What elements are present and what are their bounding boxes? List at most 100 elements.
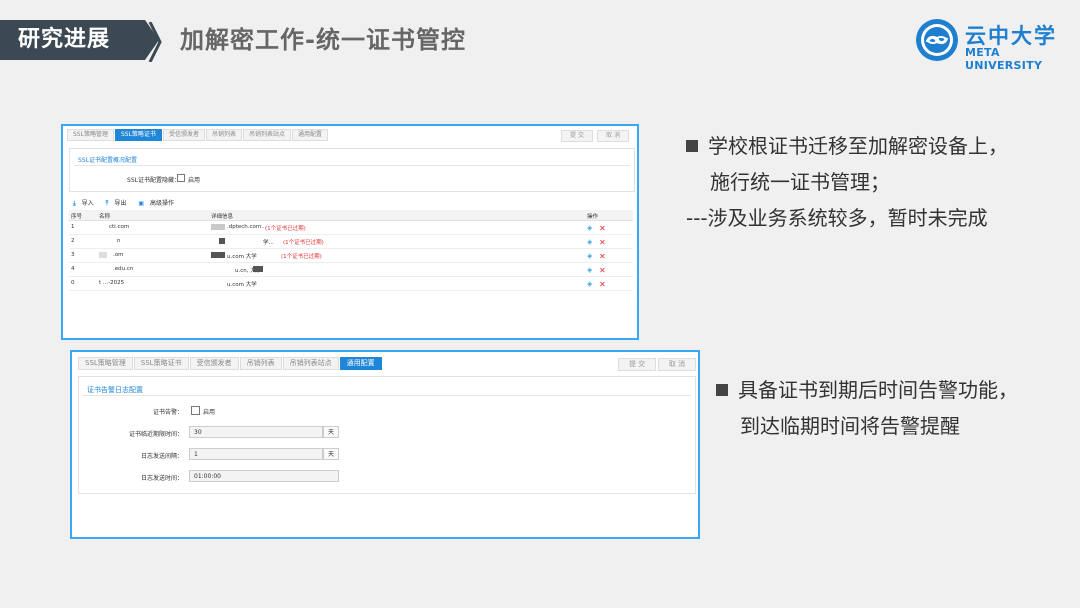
bullet-square-icon	[686, 139, 698, 152]
tab-crl-site[interactable]: 吊销列表站点	[242, 129, 291, 141]
advanced-icon: ▣	[138, 200, 145, 207]
logo-text-en: META UNIVERSITY	[965, 46, 1043, 72]
col-id: 序号	[71, 214, 83, 220]
chevron-right-icon	[148, 22, 162, 62]
cert-alert-config-screenshot: SSL策略管理 SSL策略证书 受信颁发者 吊销列表 吊销列表站点 通用配置 提…	[70, 350, 700, 539]
config-panel: SSL证书配置概况配置 SSL证书配置隐藏： 启用	[69, 148, 635, 192]
cert-icon[interactable]: ◈	[587, 266, 592, 274]
table-row[interactable]: 4 .edu.cn u.cn, 大学 ◈ ✕	[69, 263, 633, 277]
tab-general-config[interactable]: 通用配置	[291, 129, 328, 141]
row-name: t ...-2025	[99, 280, 125, 286]
delete-icon[interactable]: ✕	[599, 280, 606, 289]
table-row[interactable]: 3 .om u.com 大学 (1个证书已过期) ◈ ✕	[69, 249, 633, 263]
export-button[interactable]: ⤒ 导出	[106, 198, 133, 208]
bullet-text: 具备证书到期后时间告警功能，	[738, 378, 1018, 402]
redacted-block	[211, 252, 225, 259]
tab-trusted-issuer[interactable]: 受信颁发者	[162, 129, 205, 141]
delete-icon[interactable]: ✕	[599, 266, 606, 275]
log-interval-unit: 天	[323, 448, 339, 460]
divider	[74, 165, 630, 166]
tab-trusted-issuer[interactable]: 受信颁发者	[189, 357, 239, 370]
import-icon: ⤓	[73, 200, 76, 207]
export-icon: ⤒	[105, 200, 109, 207]
advanced-button[interactable]: ▣ 高级操作	[138, 198, 180, 208]
table-header: 序号 名称 详细信息 操作	[69, 210, 633, 221]
export-label: 导出	[114, 200, 127, 207]
row-name: cti.com	[109, 224, 130, 230]
tab-ssl-policy[interactable]: SSL策略管理	[67, 129, 114, 141]
row-detail: u.com 大学	[227, 254, 257, 260]
bullet-group-bottom: 具备证书到期后时间告警功能， 到达临期时间将告警提醒	[716, 372, 1018, 444]
cert-icon[interactable]: ◈	[587, 252, 592, 260]
university-logo: 云中大学 META UNIVERSITY	[915, 18, 1065, 72]
panel-title: SSL证书配置概况配置	[78, 157, 137, 164]
delete-icon[interactable]: ✕	[599, 252, 606, 261]
bullet-square-icon	[716, 383, 728, 396]
submit-button[interactable]: 提 交	[618, 358, 656, 371]
table-row[interactable]: 1 cti.com .dptech.com... (1个证书已过期) ◈ ✕	[69, 221, 633, 235]
enable-checkbox[interactable]	[177, 174, 185, 182]
col-detail: 详细信息	[211, 214, 234, 220]
row-detail: u.com 大学	[227, 282, 257, 288]
row-warning: (1个证书已过期)	[283, 240, 324, 246]
alert-enable-checkbox[interactable]	[191, 406, 200, 415]
divider	[83, 395, 691, 396]
redacted-block	[253, 266, 263, 273]
row-detail: .dptech.com...	[227, 224, 267, 230]
table-row[interactable]: 2 n 学... (1个证书已过期) ◈ ✕	[69, 235, 633, 249]
ssl-policy-cert-screenshot: SSL策略管理 SSL策略证书 受信颁发者 吊销列表 吊销列表站点 通用配置 提…	[61, 124, 639, 340]
expiry-threshold-label: 证书临近期限时间：	[128, 431, 183, 438]
log-time-input[interactable]: 01:00:00	[189, 470, 339, 482]
bullet-line: ---涉及业务系统较多，暂时未完成	[686, 206, 988, 230]
tab-crl[interactable]: 吊销列表	[205, 129, 242, 141]
log-time-label: 日志发送时间：	[140, 475, 183, 482]
redacted-block	[219, 238, 225, 245]
bullet-group-top: 学校根证书迁移至加解密设备上， 施行统一证书管理； ---涉及业务系统较多，暂时…	[686, 128, 1008, 236]
expiry-threshold-input[interactable]: 30	[189, 426, 323, 438]
cert-icon[interactable]: ◈	[587, 224, 592, 232]
bullet-text: 学校根证书迁移至加解密设备上，	[708, 134, 1008, 158]
cancel-button[interactable]: 取 消	[658, 358, 696, 371]
advanced-label: 高级操作	[150, 200, 175, 207]
tab-ssl-cert[interactable]: SSL策略证书	[114, 129, 162, 141]
delete-icon[interactable]: ✕	[599, 224, 606, 233]
cert-table: 序号 名称 详细信息 操作 1 cti.com .dptech.com... (…	[69, 210, 633, 291]
submit-button[interactable]: 提 交	[561, 130, 593, 142]
alert-log-panel: 证书告警日志配置 证书告警： 启用 证书临近期限时间： 30 天 日志发送间隔：…	[78, 376, 696, 494]
page-title: 加解密工作-统一证书管控	[180, 26, 466, 54]
tab-general-config[interactable]: 通用配置	[339, 357, 382, 370]
section-tag: 研究进展	[0, 20, 145, 60]
redacted-block	[99, 252, 107, 259]
log-interval-input[interactable]: 1	[189, 448, 323, 460]
delete-icon[interactable]: ✕	[599, 238, 606, 247]
cancel-button[interactable]: 取 消	[597, 130, 629, 142]
row-detail: 学...	[263, 240, 274, 246]
bullet-line: 具备证书到期后时间告警功能，	[716, 372, 1018, 408]
table-row[interactable]: 0 t ...-2025 u.com 大学 ◈ ✕	[69, 277, 633, 291]
row-id: 4	[71, 266, 75, 272]
panel-title: 证书告警日志配置	[87, 386, 143, 394]
row-id: 2	[71, 238, 75, 244]
tab-ssl-cert[interactable]: SSL策略证书	[133, 357, 189, 370]
row-id: 1	[71, 224, 75, 230]
tab-crl[interactable]: 吊销列表	[239, 357, 282, 370]
tab-bar: SSL策略管理 SSL策略证书 受信颁发者 吊销列表 吊销列表站点 通用配置	[78, 357, 383, 370]
col-action: 操作	[587, 214, 599, 220]
row-name: .edu.cn	[113, 266, 134, 272]
expiry-threshold-unit: 天	[323, 426, 339, 438]
field-label: SSL证书配置隐藏：	[127, 177, 180, 184]
tab-crl-site[interactable]: 吊销列表站点	[282, 357, 339, 370]
tab-ssl-policy[interactable]: SSL策略管理	[78, 357, 133, 370]
cert-icon[interactable]: ◈	[587, 280, 592, 288]
redacted-block	[211, 224, 225, 231]
logo-emblem-icon	[915, 18, 959, 62]
row-name: .om	[113, 252, 124, 258]
row-id: 0	[71, 280, 75, 286]
bullet-line: 学校根证书迁移至加解密设备上，	[686, 128, 1008, 164]
row-warning: (1个证书已过期)	[281, 254, 322, 260]
row-name: n	[117, 238, 121, 244]
tab-bar: SSL策略管理 SSL策略证书 受信颁发者 吊销列表 吊销列表站点 通用配置	[67, 129, 329, 141]
cert-icon[interactable]: ◈	[587, 238, 592, 246]
alert-label: 证书告警：	[152, 409, 183, 416]
import-button[interactable]: ⤓ 导入	[73, 198, 100, 208]
